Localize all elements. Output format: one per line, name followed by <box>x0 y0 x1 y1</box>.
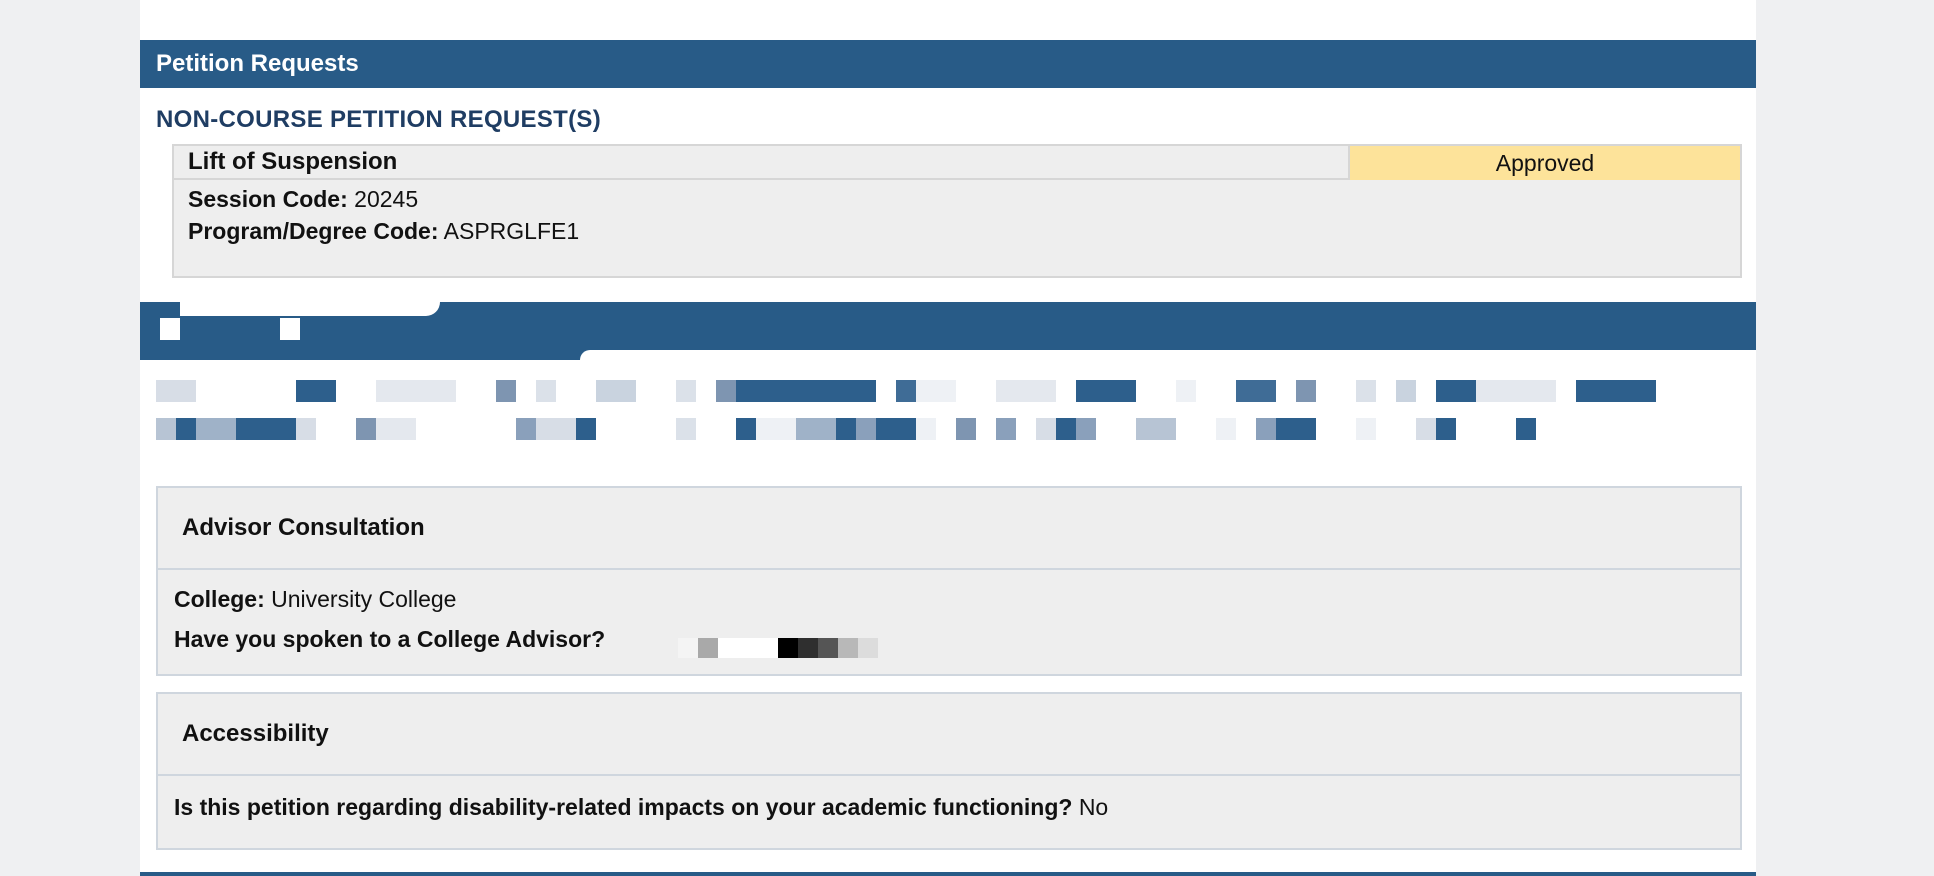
disability-question-row: Is this petition regarding disability-re… <box>174 794 1108 821</box>
disability-question-label: Is this petition regarding disability-re… <box>174 794 1073 820</box>
college-row: College: University College <box>174 586 456 613</box>
advisor-consultation-card: Advisor Consultation College: University… <box>156 486 1742 676</box>
redaction-mark <box>280 318 300 340</box>
petition-type: Lift of Suspension <box>188 148 398 175</box>
redacted-text-row <box>156 418 1536 440</box>
spoken-advisor-row: Have you spoken to a College Advisor? <box>174 626 605 653</box>
program-code-label: Program/Degree Code: <box>188 218 439 244</box>
status-badge: Approved <box>1348 146 1740 180</box>
session-code-value: 20245 <box>354 186 419 212</box>
accessibility-title: Accessibility <box>158 694 1740 776</box>
petition-request-card: Lift of Suspension Approved Session Code… <box>172 144 1742 278</box>
redaction-mark <box>180 302 440 316</box>
redaction-mark <box>160 318 180 340</box>
non-course-petition-heading: NON-COURSE PETITION REQUEST(S) <box>156 106 602 133</box>
redacted-text-row <box>156 380 1656 402</box>
spoken-advisor-label: Have you spoken to a College Advisor? <box>174 626 606 652</box>
advisor-consultation-title: Advisor Consultation <box>158 488 1740 570</box>
redaction-mark <box>580 350 1756 360</box>
page-container: Petition Requests NON-COURSE PETITION RE… <box>140 0 1756 876</box>
petition-header-row: Lift of Suspension Approved <box>174 146 1740 180</box>
program-code-value: ASPRGLFE1 <box>443 218 580 244</box>
disability-question-answer: No <box>1078 794 1109 820</box>
program-code-row: Program/Degree Code: ASPRGLFE1 <box>188 218 579 245</box>
section-header-petition-requests: Petition Requests <box>140 40 1756 88</box>
section-title: Petition Requests <box>156 50 359 77</box>
accessibility-card: Accessibility Is this petition regarding… <box>156 692 1742 850</box>
college-label: College: <box>174 586 265 612</box>
session-code-row: Session Code: 20245 <box>188 186 418 213</box>
redacted-answer <box>678 638 878 658</box>
session-code-label: Session Code: <box>188 186 348 212</box>
college-value: University College <box>271 586 457 612</box>
bottom-section-bar <box>140 872 1756 876</box>
